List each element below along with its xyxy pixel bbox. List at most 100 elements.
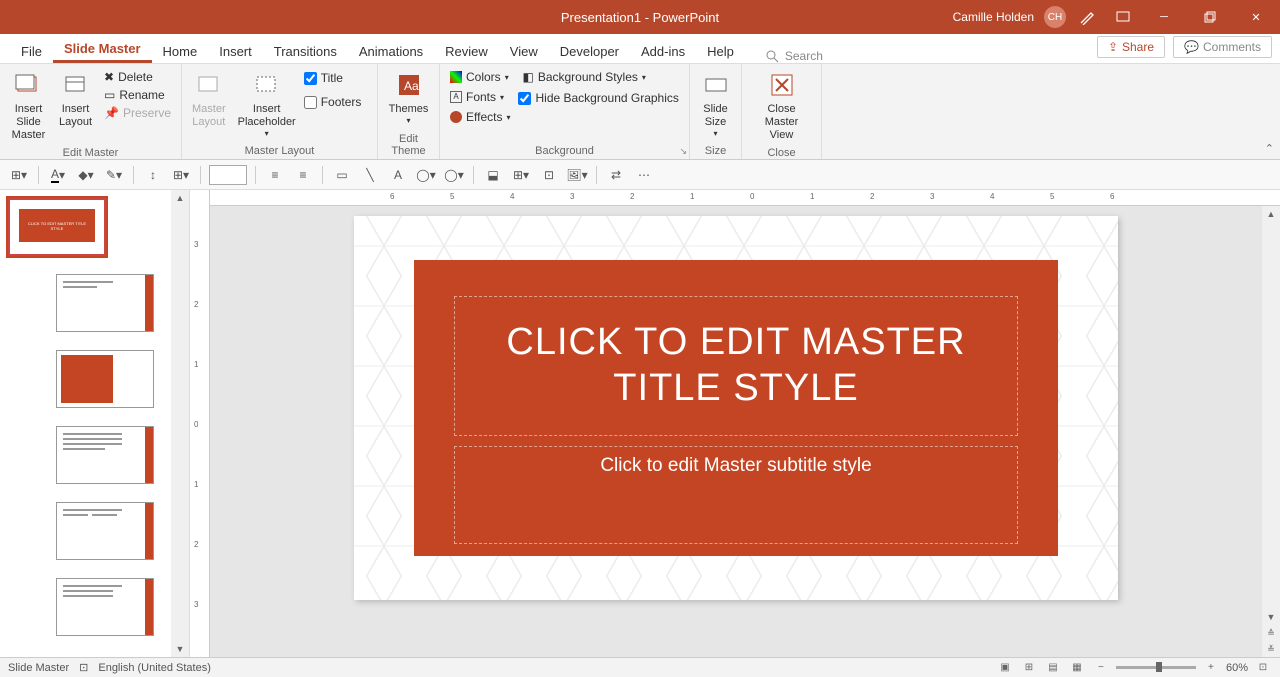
line-shape-button[interactable]: ╲	[359, 164, 381, 186]
link-button[interactable]: ⇄	[605, 164, 627, 186]
colors-icon	[450, 71, 462, 83]
zoom-slider[interactable]	[1116, 666, 1196, 669]
chevron-down-icon: ▾	[406, 116, 410, 126]
gallery-button[interactable]: ⊞▾	[170, 164, 192, 186]
chevron-down-icon: ▾	[506, 113, 510, 122]
preserve-button[interactable]: 📌Preserve	[100, 105, 175, 121]
status-language[interactable]: English (United States)	[98, 662, 211, 674]
title-placeholder[interactable]: CLICK TO EDIT MASTER TITLE STYLE	[454, 296, 1018, 436]
close-button[interactable]: ✕	[1236, 0, 1276, 34]
layout-thumbnail[interactable]	[56, 274, 154, 332]
user-avatar[interactable]: CH	[1044, 6, 1066, 28]
normal-view-button[interactable]: ▣	[996, 660, 1014, 676]
search-box[interactable]: Search	[765, 49, 823, 63]
collapse-ribbon-button[interactable]: ⌃	[1265, 142, 1274, 155]
more-button[interactable]: ⋯	[633, 164, 655, 186]
master-layout-icon	[193, 69, 225, 101]
insert-placeholder-button[interactable]: Insert Placeholder ▾	[234, 67, 300, 141]
footers-checkbox[interactable]: Footers	[304, 95, 362, 109]
slideshow-view-button[interactable]: ▦	[1068, 660, 1086, 676]
rectangle-shape-button[interactable]: ▭	[331, 164, 353, 186]
sorter-view-button[interactable]: ⊞	[1020, 660, 1038, 676]
tab-view[interactable]: View	[499, 38, 549, 63]
font-color-button[interactable]: A▾	[47, 164, 69, 186]
title-checkbox[interactable]: Title	[304, 71, 362, 85]
reading-view-button[interactable]: ▤	[1044, 660, 1062, 676]
display-mode-icon[interactable]	[1108, 2, 1138, 32]
tab-home[interactable]: Home	[152, 38, 209, 63]
window-title: Presentation1 - PowerPoint	[561, 10, 719, 25]
bg-styles-button[interactable]: ◧Background Styles▾	[518, 69, 678, 85]
align-center-button[interactable]: ≡	[292, 164, 314, 186]
status-mode: Slide Master	[8, 662, 69, 674]
align-left-button[interactable]: ≡	[264, 164, 286, 186]
comments-button[interactable]: 💬 Comments	[1173, 36, 1272, 58]
next-slide-icon[interactable]: ≚	[1262, 641, 1280, 657]
shape2-button[interactable]: ◯▾	[443, 164, 465, 186]
effects-button[interactable]: Effects▾	[446, 109, 514, 125]
tab-addins[interactable]: Add-ins	[630, 38, 696, 63]
tab-transitions[interactable]: Transitions	[263, 38, 348, 63]
vertical-ruler: 3 2 1 0 1 2 3	[190, 190, 210, 657]
rename-button[interactable]: ▭Rename	[100, 87, 175, 103]
share-icon: ⇪	[1108, 40, 1118, 54]
insert-slide-master-button[interactable]: Insert Slide Master	[6, 67, 51, 145]
restore-button[interactable]	[1190, 0, 1230, 34]
close-master-view-button[interactable]: Close Master View	[748, 67, 815, 145]
tab-developer[interactable]: Developer	[549, 38, 630, 63]
canvas-area[interactable]: CLICK TO EDIT MASTER TITLE STYLE Click t…	[210, 206, 1262, 657]
effects-icon	[450, 111, 462, 123]
picture-button[interactable]: 🖼▾	[566, 164, 588, 186]
quick-toolbar: ⊞▾ A▾ ◆▾ ✎▾ ↕ ⊞▾ ≡ ≡ ▭ ╲ A ◯▾ ◯▾ ⬓ ⊞▾ ⊡ …	[0, 160, 1280, 190]
slide-master-thumbnail[interactable]: CLICK TO EDIT MASTER TITLE STYLE	[8, 198, 106, 256]
align-button[interactable]: ⊞▾	[8, 164, 30, 186]
thumbnail-panel: CLICK TO EDIT MASTER TITLE STYLE	[0, 190, 190, 657]
scroll-down-icon[interactable]: ▼	[171, 641, 189, 657]
zoom-out-button[interactable]: −	[1092, 660, 1110, 676]
hide-bg-checkbox[interactable]: Hide Background Graphics	[518, 91, 678, 105]
delete-button[interactable]: ✖Delete	[100, 69, 175, 85]
draw-icon[interactable]	[1072, 2, 1102, 32]
prev-slide-icon[interactable]: ≙	[1262, 625, 1280, 641]
tab-review[interactable]: Review	[434, 38, 499, 63]
merge-button[interactable]: ⬓	[482, 164, 504, 186]
layout-thumbnail[interactable]	[56, 578, 154, 636]
tab-animations[interactable]: Animations	[348, 38, 434, 63]
scroll-up-icon[interactable]: ▲	[171, 190, 189, 206]
text-box-button[interactable]: A	[387, 164, 409, 186]
zoom-in-button[interactable]: +	[1202, 660, 1220, 676]
table-button[interactable]: ⊞▾	[510, 164, 532, 186]
insert-layout-button[interactable]: Insert Layout	[55, 67, 96, 131]
shape-button[interactable]: ◯▾	[415, 164, 437, 186]
fit-window-button[interactable]: ⊡	[1254, 660, 1272, 676]
scroll-down-icon[interactable]: ▼	[1262, 609, 1280, 625]
accessibility-icon[interactable]: ⊡	[79, 661, 88, 674]
fill-button[interactable]: ◆▾	[75, 164, 97, 186]
thumbnail-scrollbar[interactable]: ▲ ▼	[171, 190, 189, 657]
zoom-level[interactable]: 60%	[1226, 662, 1248, 674]
crop-button[interactable]: ⊡	[538, 164, 560, 186]
svg-text:Aa: Aa	[404, 79, 419, 93]
tab-insert[interactable]: Insert	[208, 38, 263, 63]
chevron-down-icon: ▾	[265, 129, 269, 139]
font-size-input[interactable]	[209, 165, 247, 185]
vertical-scrollbar[interactable]: ▲ ▼ ≙ ≚	[1262, 206, 1280, 657]
tab-slide-master[interactable]: Slide Master	[53, 35, 152, 63]
tab-file[interactable]: File	[10, 38, 53, 63]
slide-canvas[interactable]: CLICK TO EDIT MASTER TITLE STYLE Click t…	[354, 216, 1118, 600]
background-launcher-icon[interactable]: ↘	[679, 146, 687, 157]
outline-button[interactable]: ✎▾	[103, 164, 125, 186]
layout-thumbnail[interactable]	[56, 426, 154, 484]
tab-help[interactable]: Help	[696, 38, 745, 63]
sort-button[interactable]: ↕	[142, 164, 164, 186]
scroll-up-icon[interactable]: ▲	[1262, 206, 1280, 222]
layout-thumbnail[interactable]	[56, 350, 154, 408]
share-button[interactable]: ⇪ Share	[1097, 36, 1165, 58]
layout-thumbnail[interactable]	[56, 502, 154, 560]
fonts-button[interactable]: AFonts▾	[446, 89, 514, 105]
themes-button[interactable]: Aa Themes ▾	[385, 67, 433, 128]
slide-size-button[interactable]: Slide Size ▾	[696, 67, 736, 141]
subtitle-placeholder[interactable]: Click to edit Master subtitle style	[454, 446, 1018, 544]
colors-button[interactable]: Colors▾	[446, 69, 514, 85]
minimize-button[interactable]: ─	[1144, 0, 1184, 34]
